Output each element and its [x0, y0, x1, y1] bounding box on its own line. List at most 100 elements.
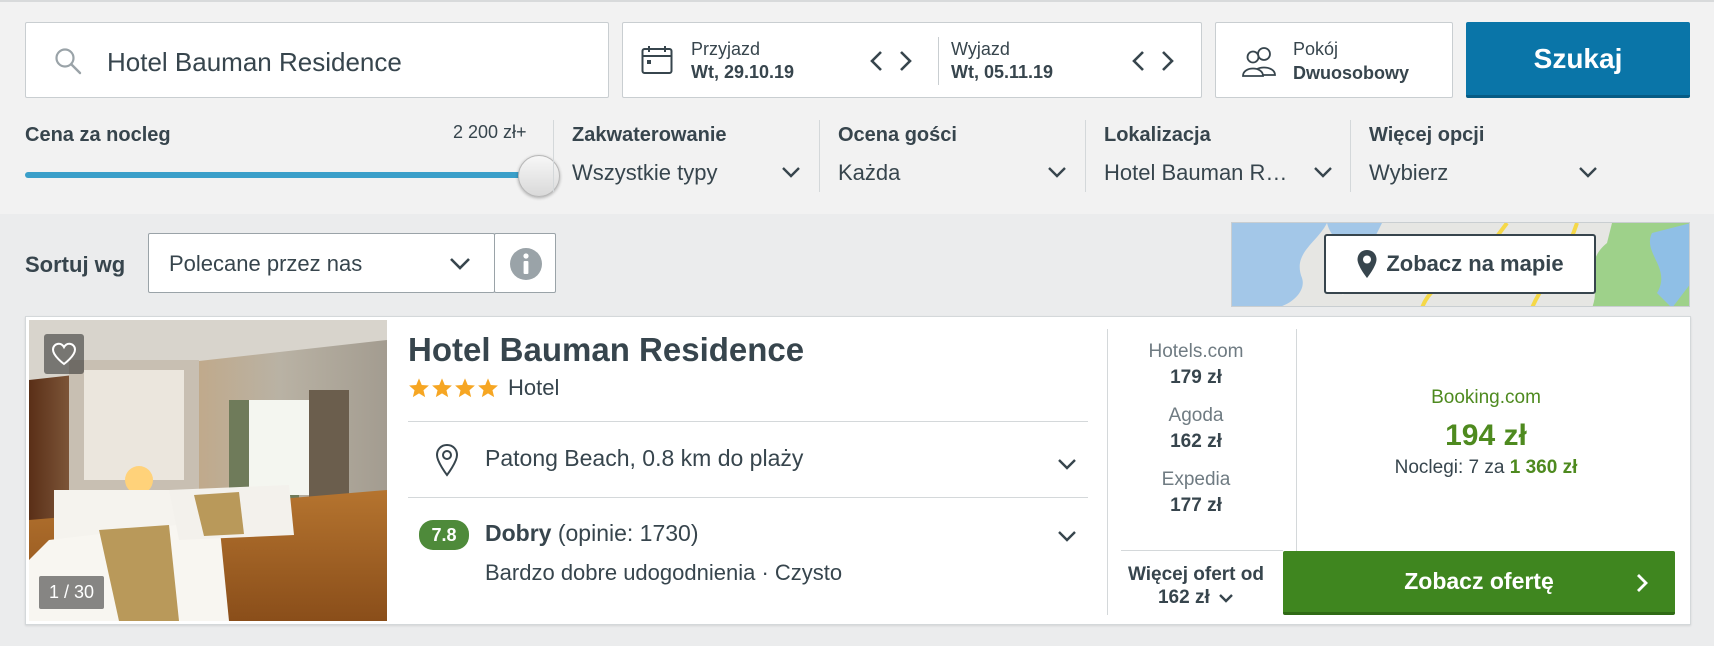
hotel-photo[interactable]: 1 / 30	[29, 320, 387, 621]
room-value: Dwuosobowy	[1293, 63, 1409, 83]
price-filter-title: Cena za nocleg	[25, 124, 171, 146]
nights-total: 1 360 zł	[1509, 457, 1578, 478]
offer-row[interactable]: Agoda 162 zł	[1116, 405, 1276, 453]
more-offers-link[interactable]: Więcej ofert od 162 zł	[1116, 563, 1276, 609]
offer-site: Agoda	[1168, 405, 1224, 426]
search-button[interactable]: Szukaj	[1466, 22, 1690, 98]
divider	[408, 497, 1088, 498]
info-icon	[510, 248, 542, 280]
hotel-name[interactable]: Hotel Bauman Residence	[408, 331, 804, 369]
photo-counter: 1 / 30	[39, 576, 105, 609]
hotel-result-card: 1 / 30 Hotel Bauman Residence Hotel Pato…	[25, 316, 1691, 625]
offer-site: Expedia	[1161, 469, 1231, 490]
best-offer-site[interactable]: Booking.com	[1306, 387, 1666, 409]
checkin-next-icon[interactable]	[895, 48, 915, 74]
see-map-label: Zobacz na mapie	[1386, 251, 1564, 276]
accommodation-title: Zakwaterowanie	[572, 124, 727, 146]
favorite-button[interactable]	[44, 334, 84, 374]
see-map-button[interactable]: Zobacz na mapie	[1324, 234, 1596, 294]
offer-price: 162 zł	[1170, 431, 1222, 452]
price-slider-track[interactable]	[25, 172, 540, 178]
room-label: Pokój	[1293, 39, 1339, 59]
room-selector[interactable]: Pokój Dwuosobowy	[1215, 22, 1453, 98]
sort-value: Polecane przez nas	[169, 251, 363, 276]
sort-label: Sortuj wg	[25, 252, 126, 277]
sort-info-button[interactable]	[494, 233, 556, 293]
more-options-filter[interactable]: Więcej opcji Wybierz	[1369, 118, 1601, 198]
filter-divider	[553, 120, 554, 192]
sort-dropdown[interactable]: Polecane przez nas	[148, 233, 495, 293]
best-offer-price: 194 zł	[1445, 419, 1527, 452]
more-options-title: Więcej opcji	[1369, 124, 1485, 146]
star-rating	[408, 377, 499, 401]
chevron-down-icon	[1219, 594, 1233, 603]
rating-summary: Dobry (opinie: 1730)	[485, 520, 699, 547]
guest-rating-title: Ocena gości	[838, 124, 957, 146]
accommodation-filter[interactable]: Zakwaterowanie Wszystkie typy	[572, 118, 804, 198]
hotel-location: Patong Beach, 0.8 km do plaży	[485, 445, 804, 471]
chevron-right-icon	[1637, 574, 1648, 592]
divider	[408, 421, 1088, 422]
stay-total: Noclegi: 7 za 1 360 zł	[1306, 457, 1666, 479]
hotel-type: Hotel	[508, 375, 560, 400]
map-pin-icon	[1357, 250, 1377, 278]
guest-rating-value: Każda	[838, 160, 901, 185]
chevron-down-icon	[450, 258, 470, 270]
more-offers-price-row: 162 zł	[1116, 586, 1276, 609]
search-input[interactable]: Hotel Bauman Residence	[107, 47, 402, 78]
chevron-down-icon	[782, 167, 800, 178]
checkin-prev-icon[interactable]	[867, 48, 887, 74]
nights-text: Noclegi: 7 za	[1394, 457, 1505, 478]
calendar-icon	[641, 46, 673, 74]
checkout-value: Wt, 05.11.19	[951, 62, 1054, 82]
checkin-date[interactable]: Przyjazd Wt, 29.10.19	[691, 39, 794, 83]
star-icon	[478, 378, 498, 398]
location-value: Hotel Bauman R…	[1104, 160, 1288, 185]
heart-icon	[51, 342, 77, 366]
location-title: Lokalizacja	[1104, 124, 1211, 146]
offer-row[interactable]: Expedia 177 zł	[1116, 469, 1276, 517]
star-icon	[409, 378, 429, 398]
checkout-prev-icon[interactable]	[1129, 48, 1149, 74]
star-icon	[432, 378, 452, 398]
offer-row[interactable]: Hotels.com 179 zł	[1116, 341, 1276, 389]
rating-highlights: Bardzo dobre udogodnienia · Czysto	[485, 560, 843, 585]
filter-divider	[1350, 120, 1351, 192]
offer-site: Hotels.com	[1148, 341, 1244, 362]
checkin-value: Wt, 29.10.19	[691, 62, 795, 82]
chevron-down-icon	[1048, 167, 1066, 178]
more-offers-price: 162 zł	[1157, 587, 1210, 608]
search-icon	[55, 48, 82, 75]
divider	[1121, 550, 1283, 551]
checkout-label: Wyjazd	[951, 39, 1010, 59]
offer-price: 177 zł	[1170, 495, 1222, 516]
more-offers-label: Więcej ofert od	[1127, 564, 1264, 585]
location-expand-icon[interactable]	[1056, 457, 1078, 471]
date-picker[interactable]: Przyjazd Wt, 29.10.19 Wyjazd Wt, 05.11.1…	[622, 22, 1202, 98]
filter-divider	[1085, 120, 1086, 192]
column-divider	[1107, 329, 1108, 615]
chevron-down-icon	[1314, 167, 1332, 178]
location-pin-icon	[435, 443, 459, 477]
accommodation-value: Wszystkie typy	[572, 160, 718, 185]
price-filter: Cena za nocleg 2 200 zł+	[25, 118, 545, 198]
view-offer-button[interactable]: Zobacz ofertę	[1283, 551, 1675, 615]
rating-score-badge: 7.8	[419, 520, 469, 550]
star-icon	[455, 378, 475, 398]
search-field[interactable]: Hotel Bauman Residence	[25, 22, 609, 98]
checkin-label: Przyjazd	[691, 39, 761, 59]
more-options-value: Wybierz	[1369, 160, 1449, 185]
rating-expand-icon[interactable]	[1056, 529, 1078, 543]
chevron-down-icon	[1579, 167, 1597, 178]
checkout-next-icon[interactable]	[1157, 48, 1177, 74]
guests-icon	[1242, 47, 1276, 77]
rating-word: Dobry	[485, 520, 552, 546]
checkout-date[interactable]: Wyjazd Wt, 05.11.19	[951, 39, 1053, 83]
filter-divider	[819, 120, 820, 192]
view-offer-label: Zobacz ofertę	[1404, 568, 1554, 594]
location-filter[interactable]: Lokalizacja Hotel Bauman R…	[1104, 118, 1336, 198]
date-divider	[938, 37, 939, 85]
guest-rating-filter[interactable]: Ocena gości Każda	[838, 118, 1070, 198]
offer-price: 179 zł	[1170, 367, 1222, 388]
price-max-label: 2 200 zł+	[453, 122, 527, 142]
